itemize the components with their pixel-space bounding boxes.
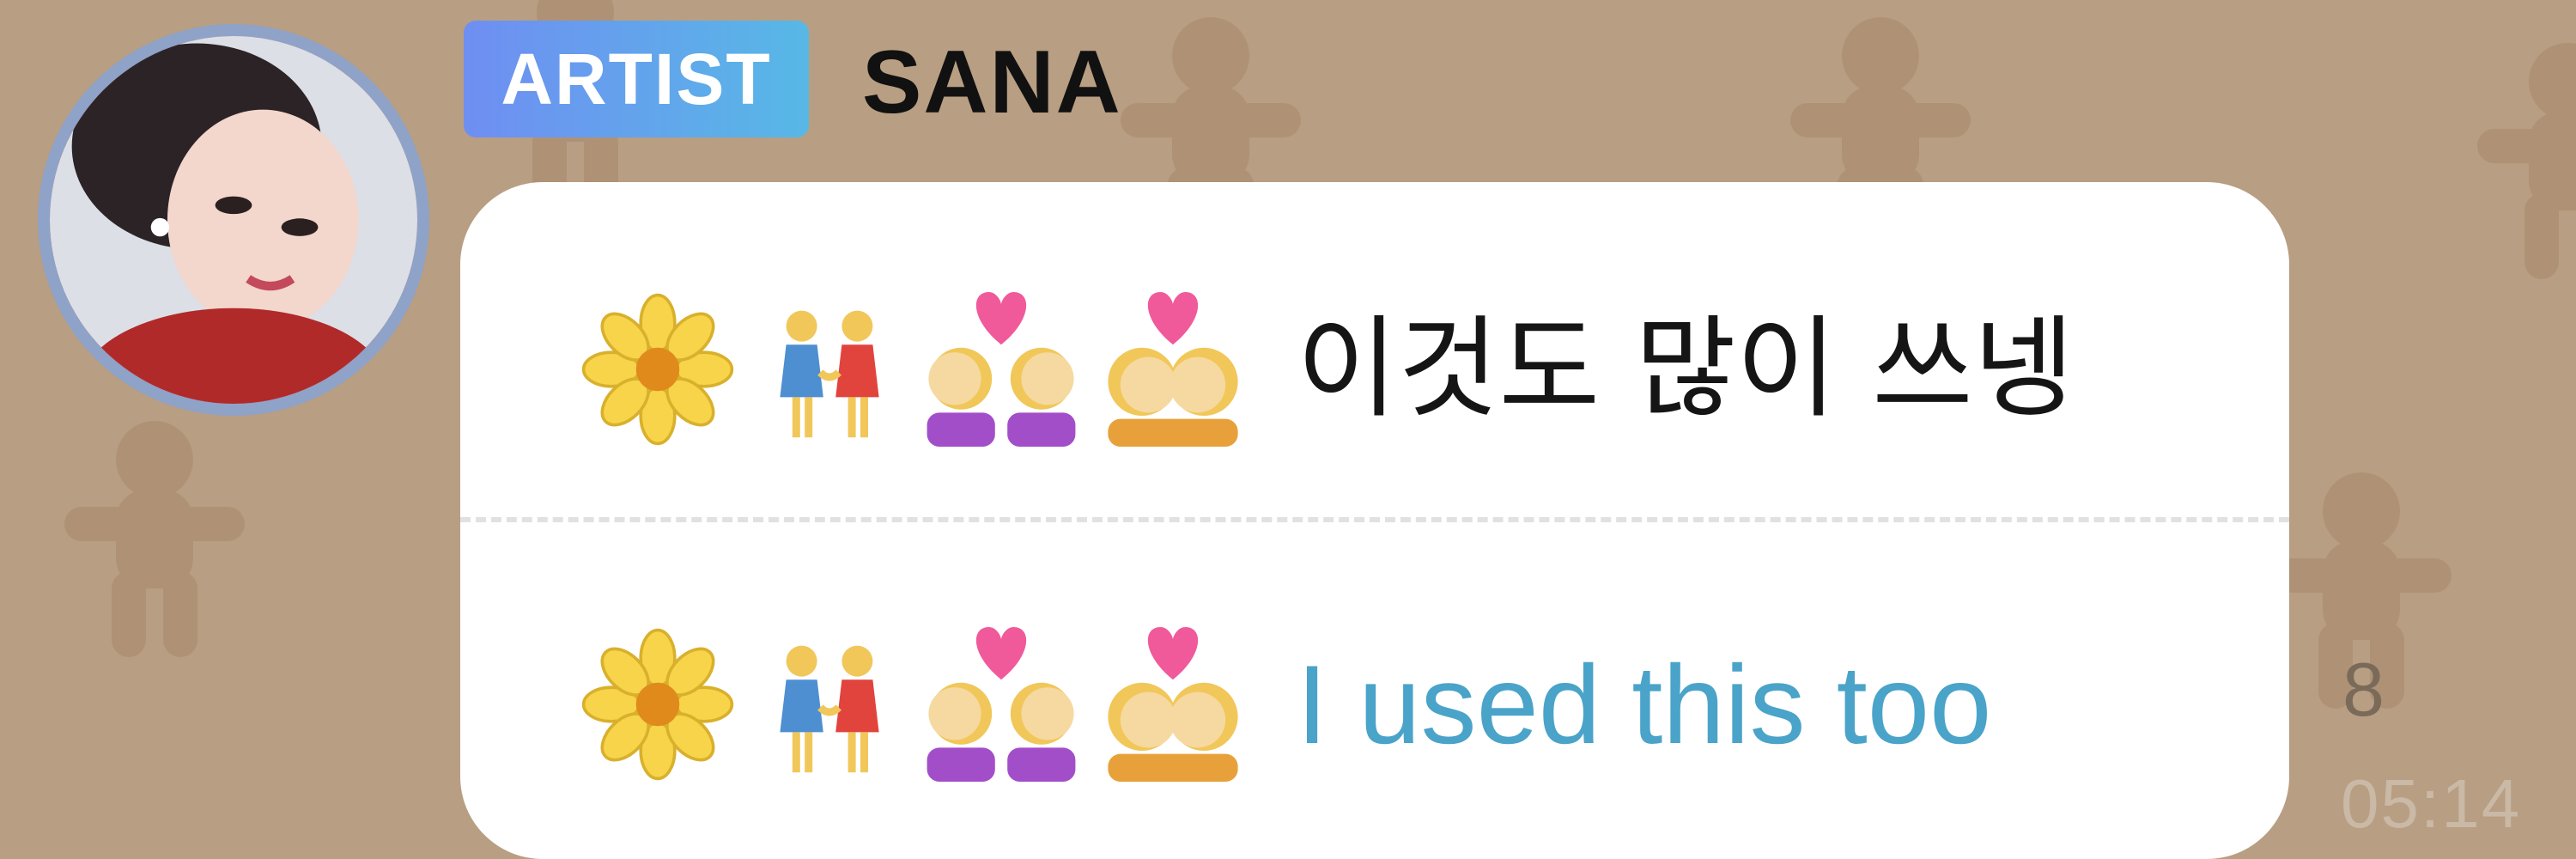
gingerbread-icon [2456, 34, 2576, 292]
artist-badge: ARTIST [464, 21, 809, 137]
couple-with-heart-women-emoji-icon [924, 623, 1078, 786]
original-message-text: 이것도 많이 쓰넹 [1297, 305, 2075, 433]
profile-photo [50, 36, 417, 404]
two-women-holding-hands-emoji-icon [752, 623, 907, 786]
translation-divider [460, 517, 2289, 522]
sender-avatar[interactable] [38, 24, 429, 416]
sender-name[interactable]: SANA [862, 24, 1122, 141]
gingerbread-icon [43, 412, 266, 670]
translated-message-text: I used this too [1297, 642, 1992, 767]
unread-count: 8 [2342, 647, 2385, 732]
message-bubble[interactable]: 이것도 많이 쓰넹 I used this too [460, 182, 2289, 859]
message-timestamp: 05:14 [2341, 765, 2522, 842]
kiss-women-emoji-icon [1096, 623, 1250, 786]
kiss-women-emoji-icon [1096, 288, 1250, 451]
blossom-emoji-icon [580, 623, 735, 786]
blossom-emoji-icon [580, 288, 735, 451]
two-women-holding-hands-emoji-icon [752, 288, 907, 451]
translated-message-line: I used this too [580, 618, 1991, 790]
emoji-group [580, 288, 1267, 451]
couple-with-heart-women-emoji-icon [924, 288, 1078, 451]
original-message-line: 이것도 많이 쓰넹 [580, 283, 2075, 455]
emoji-group [580, 623, 1267, 786]
